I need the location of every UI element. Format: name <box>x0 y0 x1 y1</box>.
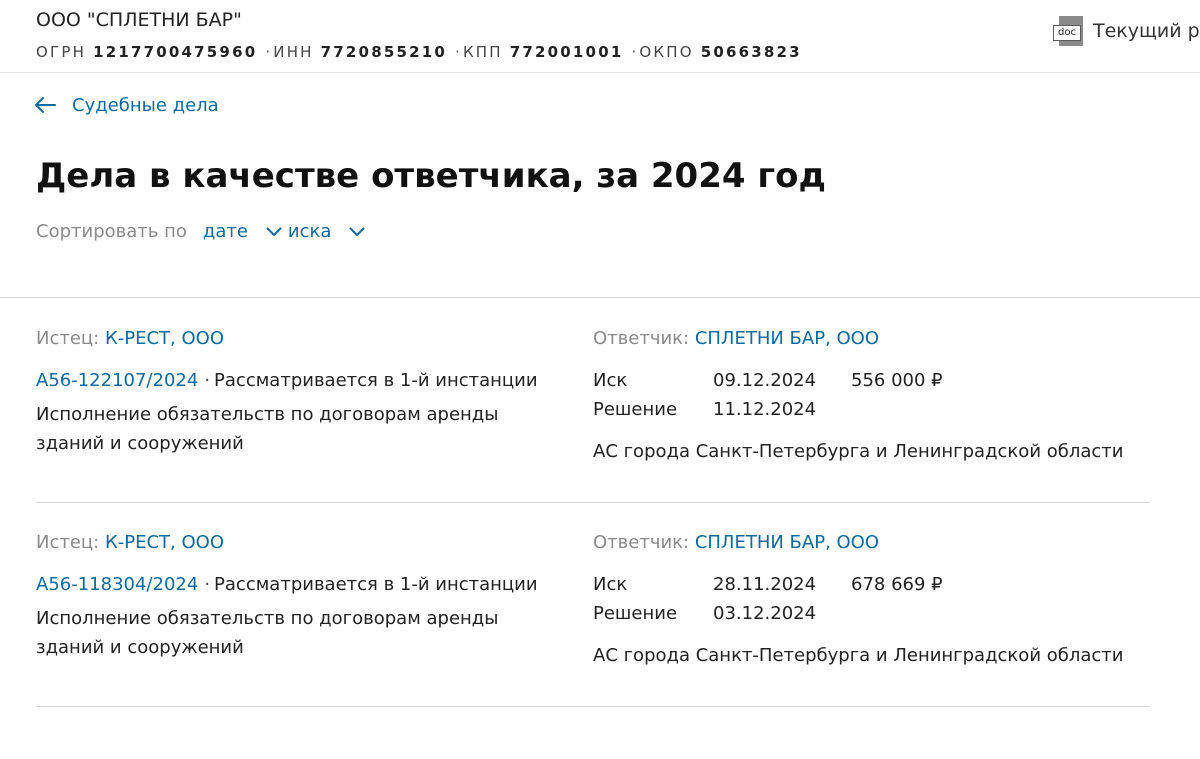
okpo-label: ОКПО <box>639 43 694 61</box>
defendant-link[interactable]: СПЛЕТНИ БАР, ООО <box>695 328 879 349</box>
sort-option-date-label: дате <box>202 221 248 242</box>
sort-option-date[interactable]: дате <box>203 221 288 242</box>
okpo-value: 50663823 <box>700 43 802 61</box>
claim-sum: 556 000 ₽ <box>851 370 943 391</box>
case-number-row: А56-122107/2024 · Рассматривается в 1-й ин… <box>36 370 538 391</box>
doc-file-icon: doc <box>1053 16 1083 46</box>
case-status: Рассматривается в 1-й инстанции <box>214 574 538 595</box>
back-link[interactable]: Судебные дела <box>34 92 219 118</box>
court-name: АС города Санкт-Петербурга и Ленинградск… <box>593 441 1124 462</box>
defendant-row: Ответчик: СПЛЕТНИ БАР, ООО <box>593 328 879 349</box>
claim-date: 28.11.2024 <box>713 574 817 595</box>
current-report-label: Текущий р <box>1093 20 1200 42</box>
defendant-row: Ответчик: СПЛЕТНИ БАР, ООО <box>593 532 879 553</box>
current-report-link[interactable]: doc Текущий р <box>1053 16 1200 46</box>
sort-option-claim-label: иска <box>287 221 332 242</box>
sort-bar: Сортировать по дате иска <box>36 221 371 242</box>
decision-label: Решение <box>593 603 678 624</box>
defendant-label: Ответчик: <box>593 328 690 349</box>
ogrn-label: ОГРН <box>36 43 87 61</box>
claim-label: Иск <box>593 574 628 595</box>
case-description: Исполнение обязательств по договорам аре… <box>36 404 499 454</box>
plaintiff-link[interactable]: К-РЕСТ, ООО <box>105 532 224 553</box>
plaintiff-label: Истец: <box>36 532 100 553</box>
plaintiff-row: Истец: К-РЕСТ, ООО <box>36 532 224 553</box>
decision-date: 11.12.2024 <box>713 399 817 420</box>
court-name: АС города Санкт-Петербурга и Ленинградск… <box>593 645 1124 666</box>
company-header: ООО "СПЛЕТНИ БАР" ОГРН 1217700475960 ·ИН… <box>0 0 1200 73</box>
claim-date: 09.12.2024 <box>713 370 817 391</box>
case-description: Исполнение обязательств по договорам аре… <box>36 608 499 658</box>
case-card: Истец: К-РЕСТ, ООО А56-122107/2024 · Рассм… <box>36 298 1150 503</box>
inn-label: ИНН <box>273 43 314 61</box>
company-requisites: ОГРН 1217700475960 ·ИНН 7720855210 ·КПП … <box>36 43 802 61</box>
arrow-left-icon <box>35 97 56 113</box>
page-title: Дела в качестве ответчика, за 2024 год <box>36 156 826 196</box>
chevron-down-icon <box>266 226 282 236</box>
plaintiff-link[interactable]: К-РЕСТ, ООО <box>105 328 224 349</box>
defendant-link[interactable]: СПЛЕТНИ БАР, ООО <box>695 532 879 553</box>
claim-label: Иск <box>593 370 628 391</box>
back-link-label: Судебные дела <box>72 94 219 116</box>
chevron-down-icon <box>349 226 366 236</box>
case-number-link[interactable]: А56-122107/2024 <box>36 370 198 391</box>
separator-dot: · <box>454 43 462 61</box>
plaintiff-label: Истец: <box>36 328 100 349</box>
decision-label: Решение <box>593 399 678 420</box>
defendant-label: Ответчик: <box>593 532 690 553</box>
separator-dot: · <box>204 574 211 595</box>
separator-dot: · <box>265 43 273 61</box>
ogrn-value: 1217700475960 <box>93 43 258 61</box>
separator-dot: · <box>204 370 211 391</box>
case-card: Истец: К-РЕСТ, ООО А56-118304/2024 · Рассм… <box>36 502 1150 707</box>
kpp-value: 772001001 <box>509 43 624 61</box>
decision-date: 03.12.2024 <box>713 603 817 624</box>
company-name: ООО "СПЛЕТНИ БАР" <box>36 9 242 31</box>
case-number-row: А56-118304/2024 · Рассматривается в 1-й ин… <box>36 574 538 595</box>
doc-icon-label: doc <box>1053 25 1081 41</box>
claim-sum: 678 669 ₽ <box>851 574 943 595</box>
kpp-label: КПП <box>462 43 503 61</box>
sort-label: Сортировать по <box>36 221 187 242</box>
inn-value: 7720855210 <box>320 43 448 61</box>
case-status: Рассматривается в 1-й инстанции <box>214 370 538 391</box>
sort-option-claim[interactable]: иска <box>288 221 372 242</box>
plaintiff-row: Истец: К-РЕСТ, ООО <box>36 328 224 349</box>
case-number-link[interactable]: А56-118304/2024 <box>36 574 198 595</box>
